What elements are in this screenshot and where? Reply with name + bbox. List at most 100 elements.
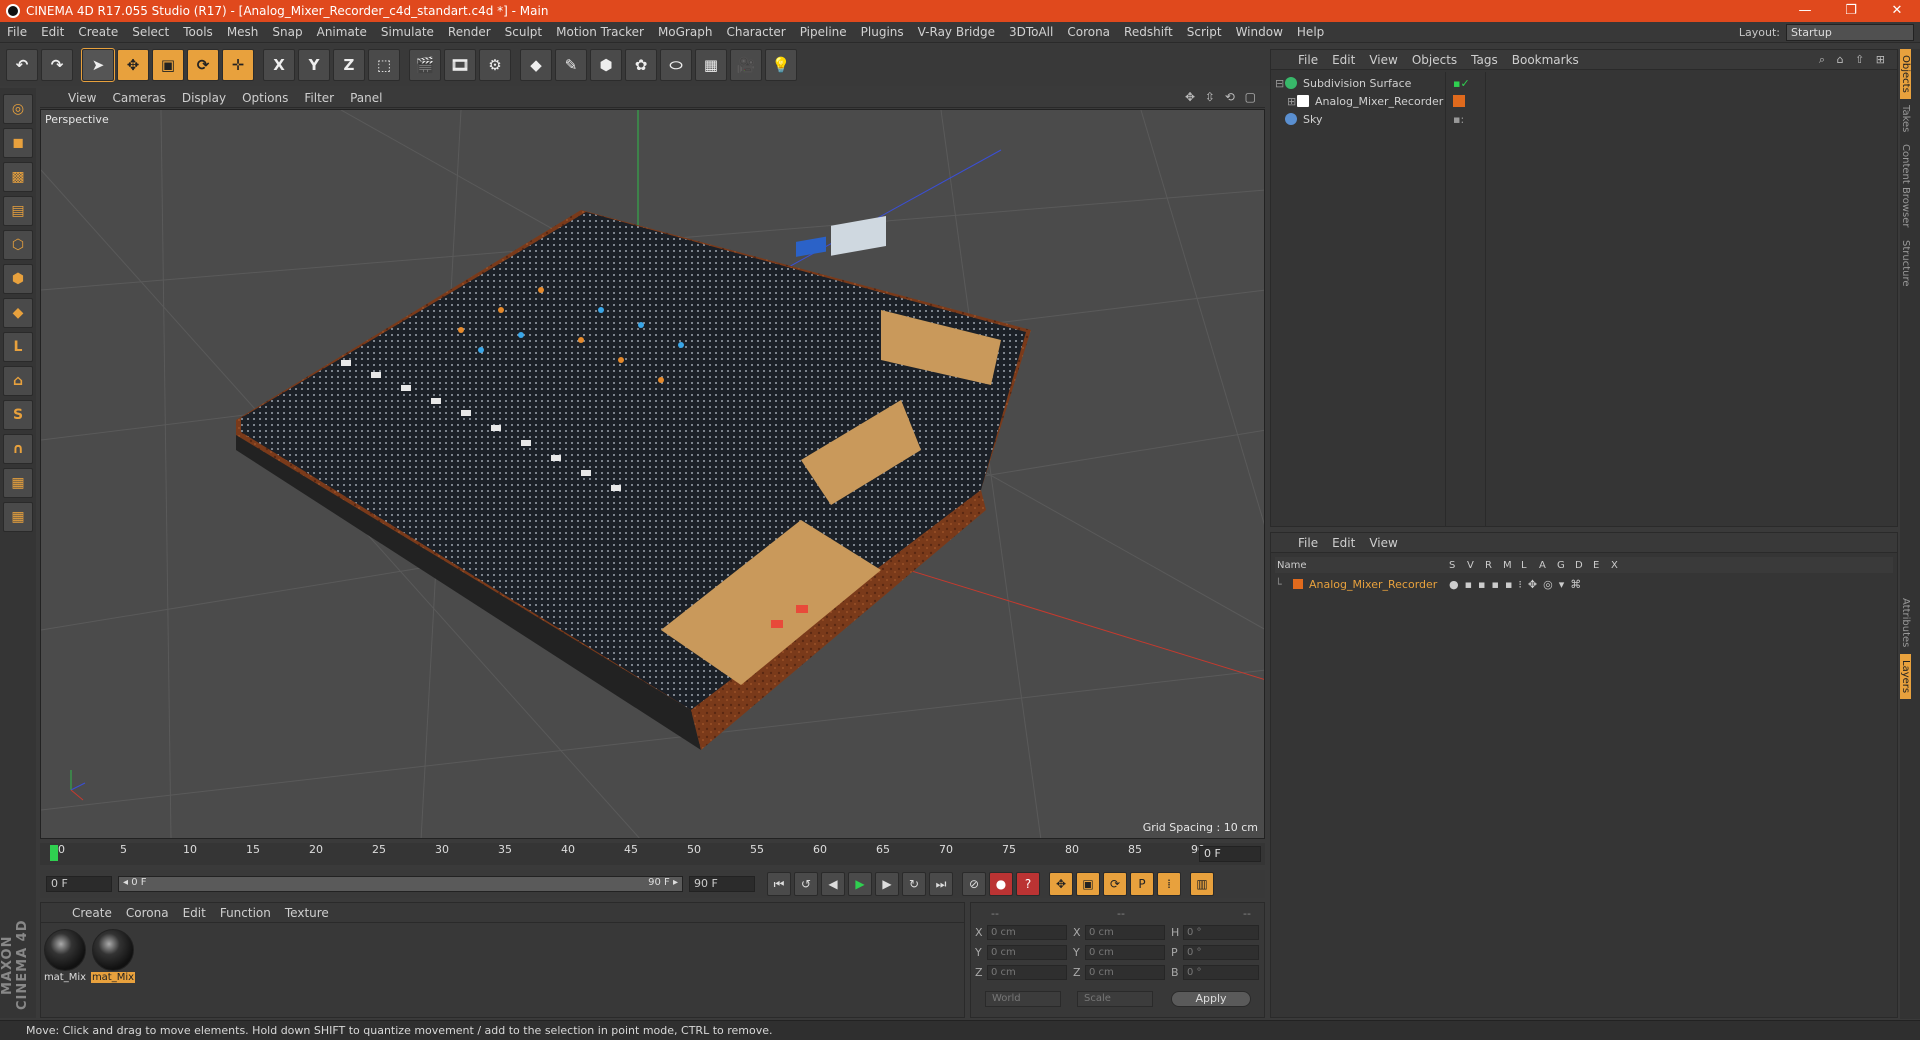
play-button[interactable]: ▶	[848, 872, 872, 896]
layer-color-swatch[interactable]	[1293, 579, 1303, 589]
scale-tool-button[interactable]: ▣	[152, 49, 184, 81]
layer-menu-view[interactable]: View	[1362, 536, 1404, 550]
workplane-mode-button[interactable]: ▤	[3, 196, 33, 226]
lock-workplane-button[interactable]: ▦	[3, 468, 33, 498]
position-y-field[interactable]: 0 cm	[987, 945, 1067, 960]
material-slot[interactable]: mat_Mix	[43, 929, 87, 985]
position-z-field[interactable]: 0 cm	[987, 965, 1067, 980]
object-row-mixer[interactable]: ⊞ Analog_Mixer_Recorder	[1275, 92, 1893, 110]
edges-mode-button[interactable]: ⬢	[3, 264, 33, 294]
camera-button[interactable]: 🎥	[730, 49, 762, 81]
go-to-start-button[interactable]: ⏮	[767, 872, 791, 896]
planar-workplane-button[interactable]: ▦	[3, 502, 33, 532]
playhead[interactable]	[50, 845, 58, 861]
rotation-h-field[interactable]: 0 °	[1183, 925, 1259, 940]
live-selection-button[interactable]: ➤	[81, 48, 115, 82]
rotate-tool-button[interactable]: ⟳	[187, 49, 219, 81]
menu-window[interactable]: Window	[1229, 25, 1290, 39]
menu-script[interactable]: Script	[1180, 25, 1229, 39]
rotation-b-field[interactable]: 0 °	[1183, 965, 1259, 980]
visibility-dots-icon[interactable]: ▪:	[1453, 113, 1464, 126]
undo-button[interactable]: ↶	[6, 49, 38, 81]
apply-button[interactable]: Apply	[1171, 991, 1251, 1007]
previous-frame-button[interactable]: ◀	[821, 872, 845, 896]
layer-row[interactable]: └ Analog_Mixer_Recorder ●▪▪▪▪⁝✥◎▾⌘	[1275, 575, 1893, 593]
layout-select[interactable]: Startup	[1786, 24, 1914, 41]
obj-menu-objects[interactable]: Objects	[1405, 53, 1464, 67]
next-frame-button[interactable]: ▶	[875, 872, 899, 896]
menu-3dtoall[interactable]: 3DToAll	[1002, 25, 1060, 39]
expand-icon[interactable]: ⊟	[1275, 77, 1285, 90]
menu-mesh[interactable]: Mesh	[220, 25, 266, 39]
coordinate-mode-select[interactable]: World	[985, 991, 1061, 1007]
menu-plugins[interactable]: Plugins	[854, 25, 911, 39]
key-rotation-button[interactable]: ⟳	[1103, 872, 1127, 896]
close-button[interactable]: ✕	[1874, 0, 1920, 22]
key-position-button[interactable]: ✥	[1049, 872, 1073, 896]
obj-menu-bookmarks[interactable]: Bookmarks	[1505, 53, 1586, 67]
menu-help[interactable]: Help	[1290, 25, 1331, 39]
tab-layers[interactable]: Layers	[1900, 653, 1911, 699]
size-y-field[interactable]: 0 cm	[1085, 945, 1165, 960]
model-mode-button[interactable]: ◼	[3, 128, 33, 158]
vp-menu-display[interactable]: Display	[174, 91, 234, 105]
texture-mode-button[interactable]: ▩	[3, 162, 33, 192]
magnet-button[interactable]: ∩	[3, 434, 33, 464]
obj-menu-view[interactable]: View	[1362, 53, 1404, 67]
menu-snap[interactable]: Snap	[265, 25, 309, 39]
end-frame-field[interactable]: 90 F	[689, 876, 755, 892]
menu-redshift[interactable]: Redshift	[1117, 25, 1180, 39]
obj-menu-edit[interactable]: Edit	[1325, 53, 1362, 67]
menu-vray-bridge[interactable]: V-Ray Bridge	[911, 25, 1002, 39]
size-x-field[interactable]: 0 cm	[1085, 925, 1165, 940]
current-frame-field[interactable]: 0 F	[1199, 846, 1261, 862]
timeline-ruler[interactable]: 0 5 10 15 20 25 30 35 40 45 50 55 60 65 …	[40, 843, 1265, 865]
cube-button[interactable]: ◆	[520, 49, 552, 81]
y-axis-button[interactable]: Y	[298, 49, 330, 81]
tab-content-browser[interactable]: Content Browser	[1900, 138, 1911, 233]
light-button[interactable]: 💡	[765, 49, 797, 81]
viewport-nav-icons[interactable]: ✥ ⇳ ⟲ ▢	[1185, 90, 1259, 104]
polygons-mode-button[interactable]: ◆	[3, 298, 33, 328]
recent-tool-button[interactable]: ✛	[222, 49, 254, 81]
vp-menu-view[interactable]: View	[60, 91, 104, 105]
menu-sculpt[interactable]: Sculpt	[498, 25, 549, 39]
menu-animate[interactable]: Animate	[310, 25, 374, 39]
menu-edit[interactable]: Edit	[34, 25, 71, 39]
size-mode-select[interactable]: Scale	[1077, 991, 1153, 1007]
menu-file[interactable]: File	[0, 25, 34, 39]
layer-menu-file[interactable]: File	[1291, 536, 1325, 550]
object-row-sky[interactable]: Sky ▪:	[1275, 110, 1893, 128]
menu-pipeline[interactable]: Pipeline	[793, 25, 854, 39]
record-active-button[interactable]: ⊘	[962, 872, 986, 896]
start-frame-field[interactable]: 0 F	[46, 876, 112, 892]
x-axis-button[interactable]: X	[263, 49, 295, 81]
key-parameter-button[interactable]: P	[1130, 872, 1154, 896]
redo-button[interactable]: ↷	[41, 49, 73, 81]
vp-menu-cameras[interactable]: Cameras	[104, 91, 173, 105]
mograph-cloner-button[interactable]: ✿	[625, 49, 657, 81]
frame-range-slider[interactable]: ◂ 0 F 90 F ▸	[118, 876, 683, 892]
render-picture-viewer-button[interactable]: 🎞	[444, 49, 476, 81]
timeline-window-button[interactable]: ▥	[1190, 872, 1214, 896]
key-scale-button[interactable]: ▣	[1076, 872, 1100, 896]
vp-menu-filter[interactable]: Filter	[296, 91, 342, 105]
obj-menu-file[interactable]: File	[1291, 53, 1325, 67]
menu-create[interactable]: Create	[71, 25, 125, 39]
render-settings-button[interactable]: ⚙	[479, 49, 511, 81]
minimize-button[interactable]: —	[1782, 0, 1828, 22]
tab-structure[interactable]: Structure	[1900, 234, 1911, 293]
previous-key-button[interactable]: ↺	[794, 872, 818, 896]
pen-spline-button[interactable]: ✎	[555, 49, 587, 81]
tweak-mode-button[interactable]: ⌂	[3, 366, 33, 396]
z-axis-button[interactable]: Z	[333, 49, 365, 81]
enabled-check-icon[interactable]: ▪✓	[1453, 77, 1470, 90]
deformer-button[interactable]: ⬭	[660, 49, 692, 81]
menu-mograph[interactable]: MoGraph	[651, 25, 720, 39]
menu-simulate[interactable]: Simulate	[374, 25, 441, 39]
make-editable-button[interactable]: ◎	[3, 94, 33, 124]
tab-attributes[interactable]: Attributes	[1900, 592, 1911, 653]
mat-menu-texture[interactable]: Texture	[278, 906, 336, 920]
size-z-field[interactable]: 0 cm	[1085, 965, 1165, 980]
mat-menu-function[interactable]: Function	[213, 906, 278, 920]
